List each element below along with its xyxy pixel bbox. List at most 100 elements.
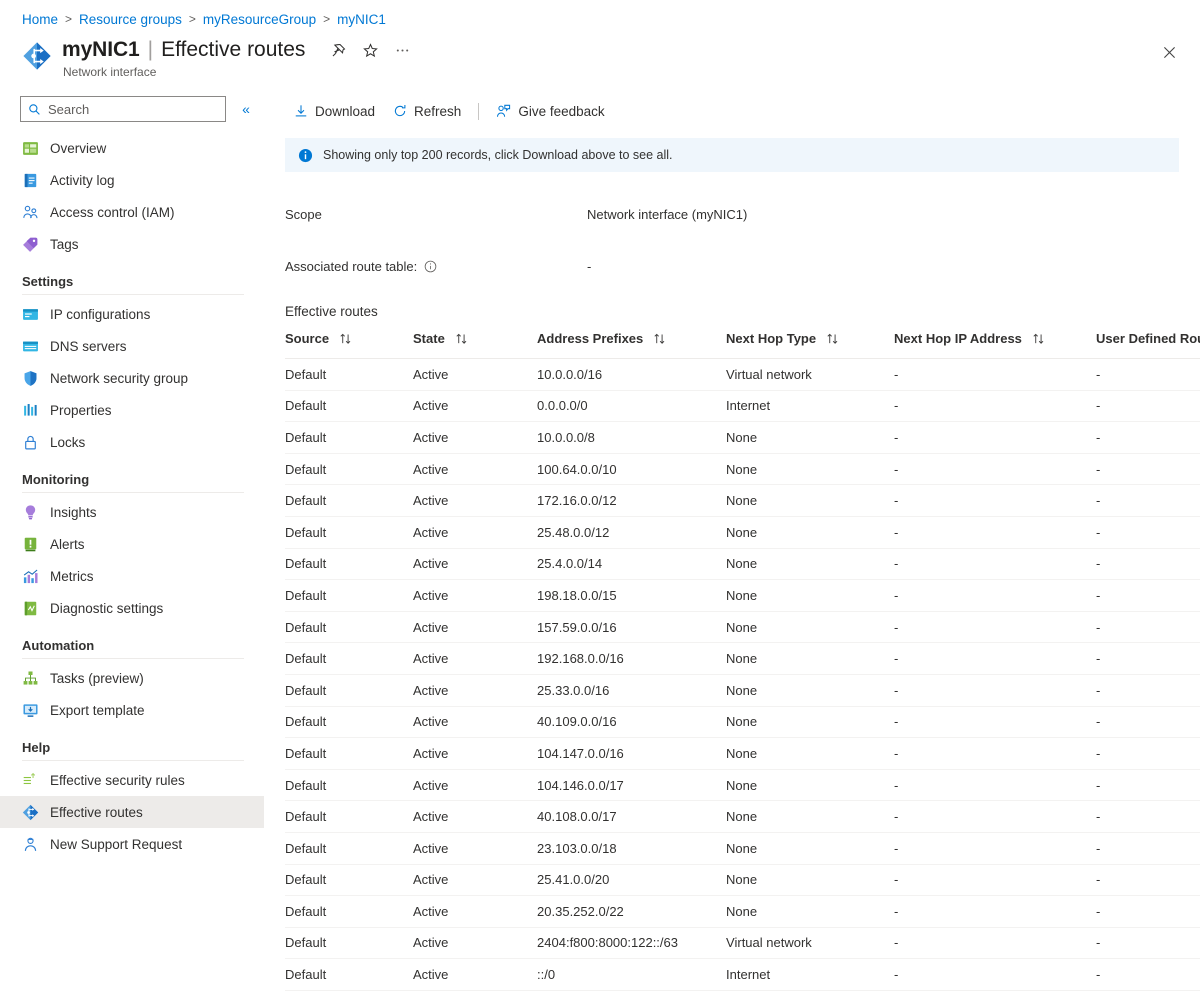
sidebar-item-tags[interactable]: Tags: [0, 228, 264, 260]
table-row[interactable]: Default Active 0.0.0.0/0 Internet - -: [285, 390, 1200, 423]
cell-hop-ip: -: [894, 611, 1097, 644]
scope-value: Network interface (myNIC1): [587, 206, 748, 222]
cell-hop-ip: -: [894, 706, 1097, 739]
insights-icon: [22, 504, 39, 521]
chevron-double-left-icon[interactable]: «: [236, 101, 256, 117]
sidebar-item-locks[interactable]: Locks: [0, 426, 264, 458]
sidebar-search-row: «: [0, 94, 264, 122]
sidebar-item-tasks-preview[interactable]: Tasks (preview): [0, 662, 264, 694]
sidebar-item-overview[interactable]: Overview: [0, 132, 264, 164]
table-row[interactable]: Default Active::/0 Internet - -: [285, 958, 1200, 991]
table-body: Default Active 10.0.0.0/16 Virtual network -…: [285, 358, 1200, 991]
search-input[interactable]: [41, 101, 201, 117]
sidebar-item-effective-security-rules[interactable]: Effective security rules: [0, 764, 264, 796]
sidebar-item-dns-servers[interactable]: DNS servers: [0, 330, 264, 362]
table-row[interactable]: Default Active 172.16.0.0/12 None - -: [285, 484, 1200, 517]
lock-icon: [22, 434, 39, 451]
column-header-state[interactable]: State: [413, 331, 538, 359]
sort-arrows-icon[interactable]: [826, 333, 839, 345]
column-header-source[interactable]: Source: [285, 331, 414, 359]
cell-udr: -: [1096, 453, 1200, 486]
metrics-icon: [22, 568, 39, 585]
column-header-next-hop-type[interactable]: Next Hop Type: [726, 331, 895, 359]
cell-hop-type: None: [726, 674, 895, 707]
sidebar-item-export-template[interactable]: Export template: [0, 694, 264, 726]
breadcrumb-item-home[interactable]: Home: [22, 12, 58, 27]
column-header-label: User Defined Route Name: [1096, 331, 1200, 346]
cell-udr: -: [1096, 832, 1200, 865]
associated-route-table-label: Associated route table:: [285, 259, 587, 274]
star-icon[interactable]: [357, 37, 383, 63]
sidebar-item-diagnostic-settings[interactable]: Diagnostic settings: [0, 592, 264, 624]
column-header-label: Next Hop IP Address: [894, 331, 1022, 346]
give-feedback-button[interactable]: Give feedback: [487, 100, 613, 123]
sidebar-item-network-security-group[interactable]: Network security group: [0, 362, 264, 394]
cell-source: Default: [285, 737, 414, 770]
search-box[interactable]: [20, 96, 226, 122]
table-row[interactable]: Default Active 25.48.0.0/12 None - -: [285, 516, 1200, 549]
sidebar-item-activity-log[interactable]: Activity log: [0, 164, 264, 196]
cell-hop-ip: -: [894, 769, 1097, 802]
table-row[interactable]: Default Active 25.33.0.0/16 None - -: [285, 674, 1200, 707]
table-row[interactable]: Default Active 192.168.0.0/16 None - -: [285, 642, 1200, 675]
table-row[interactable]: Default Active 40.108.0.0/17 None - -: [285, 800, 1200, 833]
cell-prefix: 192.168.0.0/16: [537, 642, 727, 675]
table-row[interactable]: Default Active 40.109.0.0/16 None - -: [285, 706, 1200, 739]
cell-state: Active: [413, 548, 538, 581]
cell-source: Default: [285, 453, 414, 486]
sort-arrows-icon[interactable]: [455, 333, 468, 345]
table-row[interactable]: Default Active 198.18.0.0/15 None - -: [285, 579, 1200, 612]
cell-source: Default: [285, 516, 414, 549]
sort-arrows-icon[interactable]: [653, 333, 666, 345]
cell-hop-ip: -: [894, 579, 1097, 612]
table-row[interactable]: Default Active 104.146.0.0/17 None - -: [285, 769, 1200, 802]
cell-prefix: 198.18.0.0/15: [537, 579, 727, 612]
sidebar-item-label: Insights: [50, 504, 97, 520]
column-header-label: Next Hop Type: [726, 331, 817, 346]
download-button[interactable]: Download: [285, 100, 384, 123]
column-header-label: Address Prefixes: [537, 331, 644, 346]
breadcrumb-item-mynic1[interactable]: myNIC1: [337, 12, 386, 27]
column-header-user-defined-route-name[interactable]: User Defined Route Name: [1096, 331, 1200, 359]
pin-icon[interactable]: [325, 37, 351, 63]
table-row[interactable]: Default Active 25.4.0.0/14 None - -: [285, 548, 1200, 581]
cell-prefix: 100.64.0.0/10: [537, 453, 727, 486]
cell-prefix: 25.33.0.0/16: [537, 674, 727, 707]
cell-state: Active: [413, 832, 538, 865]
cell-udr: -: [1096, 895, 1200, 928]
sort-arrows-icon[interactable]: [339, 333, 352, 345]
sidebar-item-metrics[interactable]: Metrics: [0, 560, 264, 592]
sidebar-item-label: IP configurations: [50, 306, 151, 322]
cell-udr: -: [1096, 611, 1200, 644]
sidebar-item-label: DNS servers: [50, 338, 127, 354]
effective-routes-table-wrap: Source State Address Prefixes Next Hop T…: [285, 331, 1200, 991]
breadcrumb-item-myresourcegroup[interactable]: myResourceGroup: [203, 12, 316, 27]
column-header-address-prefixes[interactable]: Address Prefixes: [537, 331, 727, 359]
sort-arrows-icon[interactable]: [1032, 333, 1045, 345]
close-icon[interactable]: [1156, 39, 1182, 65]
sidebar-item-insights[interactable]: Insights: [0, 496, 264, 528]
table-row[interactable]: Default Active 10.0.0.0/8 None - -: [285, 421, 1200, 454]
refresh-button[interactable]: Refresh: [384, 100, 470, 123]
table-row[interactable]: Default Active 2404:f800:8000:122::/63 Virt…: [285, 927, 1200, 960]
sidebar-item-effective-routes[interactable]: Effective routes: [0, 796, 264, 828]
table-row[interactable]: Default Active 10.0.0.0/16 Virtual network -…: [285, 358, 1200, 391]
info-circle-icon[interactable]: [424, 260, 437, 273]
table-row[interactable]: Default Active 104.147.0.0/16 None - -: [285, 737, 1200, 770]
sidebar-item-new-support-request[interactable]: New Support Request: [0, 828, 264, 860]
table-row[interactable]: Default Active 100.64.0.0/10 None - -: [285, 453, 1200, 486]
breadcrumb-item-resource-groups[interactable]: Resource groups: [79, 12, 182, 27]
sidebar-item-access-control-iam[interactable]: Access control (IAM): [0, 196, 264, 228]
tags-icon: [22, 236, 39, 253]
column-header-next-hop-ip-address[interactable]: Next Hop IP Address: [894, 331, 1097, 359]
table-row[interactable]: Default Active 25.41.0.0/20 None - -: [285, 864, 1200, 897]
table-row[interactable]: Default Active 23.103.0.0/18 None - -: [285, 832, 1200, 865]
table-row[interactable]: Default Active 20.35.252.0/22 None - -: [285, 895, 1200, 928]
refresh-label: Refresh: [414, 103, 462, 119]
ellipsis-icon[interactable]: [389, 37, 415, 63]
sidebar-item-ip-configurations[interactable]: IP configurations: [0, 298, 264, 330]
sidebar-item-alerts[interactable]: Alerts: [0, 528, 264, 560]
sidebar-item-properties[interactable]: Properties: [0, 394, 264, 426]
table-row[interactable]: Default Active 157.59.0.0/16 None - -: [285, 611, 1200, 644]
scope-label: Scope: [285, 206, 322, 222]
